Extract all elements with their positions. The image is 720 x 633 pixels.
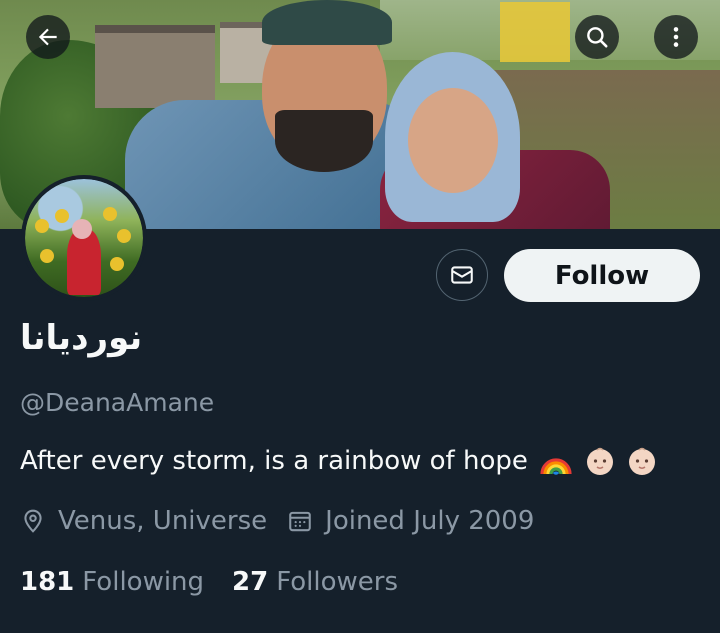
search-button[interactable] bbox=[575, 15, 619, 59]
profile-meta: Venus, Universe Joined July 2009 bbox=[20, 506, 554, 536]
location-text: Venus, Universe bbox=[58, 506, 268, 536]
display-name: نورديانا bbox=[20, 318, 143, 358]
follow-button[interactable]: Follow bbox=[504, 249, 700, 302]
profile-handle: @DeanaAmane bbox=[20, 388, 215, 417]
message-button[interactable] bbox=[436, 249, 488, 301]
following-label: Following bbox=[82, 567, 205, 597]
bio-emoji-group bbox=[538, 445, 658, 477]
followers-link[interactable]: 27 Followers bbox=[232, 567, 398, 597]
mail-icon bbox=[451, 266, 473, 284]
back-button[interactable] bbox=[26, 15, 70, 59]
profile-avatar[interactable] bbox=[21, 175, 147, 301]
profile-bio: After every storm, is a rainbow of hope bbox=[20, 445, 658, 477]
banner-person2-face bbox=[408, 88, 498, 193]
baby-icon bbox=[586, 447, 613, 475]
avatar-person-head bbox=[72, 219, 92, 239]
profile-location: Venus, Universe bbox=[20, 506, 267, 536]
sunflower bbox=[55, 209, 69, 223]
sunflower bbox=[110, 257, 124, 271]
bio-text: After every storm, is a rainbow of hope bbox=[20, 446, 528, 476]
more-options-button[interactable] bbox=[654, 15, 698, 59]
sunflower bbox=[103, 207, 117, 221]
banner-letter-sign bbox=[500, 2, 570, 62]
followers-label: Followers bbox=[276, 567, 399, 597]
following-count: 181 bbox=[20, 567, 75, 597]
baby-icon bbox=[628, 447, 655, 475]
following-link[interactable]: 181 Following bbox=[20, 567, 204, 597]
sunflower bbox=[40, 249, 54, 263]
profile-joined: Joined July 2009 bbox=[287, 506, 534, 536]
banner-person-beard bbox=[275, 110, 373, 172]
followers-count: 27 bbox=[232, 567, 269, 597]
search-icon bbox=[587, 27, 608, 48]
sunflower bbox=[35, 219, 49, 233]
profile-stats: 181 Following 27 Followers bbox=[20, 567, 426, 597]
sunflower bbox=[117, 229, 131, 243]
banner-wall bbox=[95, 25, 215, 108]
avatar-person-dress bbox=[67, 229, 101, 295]
banner-person-cap bbox=[262, 0, 392, 45]
rainbow-icon bbox=[540, 458, 572, 476]
calendar-icon bbox=[289, 511, 311, 532]
location-pin-icon bbox=[24, 509, 42, 533]
arrow-left-icon bbox=[38, 28, 57, 46]
joined-text: Joined July 2009 bbox=[325, 506, 535, 536]
avatar-image bbox=[25, 179, 143, 297]
more-vertical-icon bbox=[673, 27, 679, 47]
